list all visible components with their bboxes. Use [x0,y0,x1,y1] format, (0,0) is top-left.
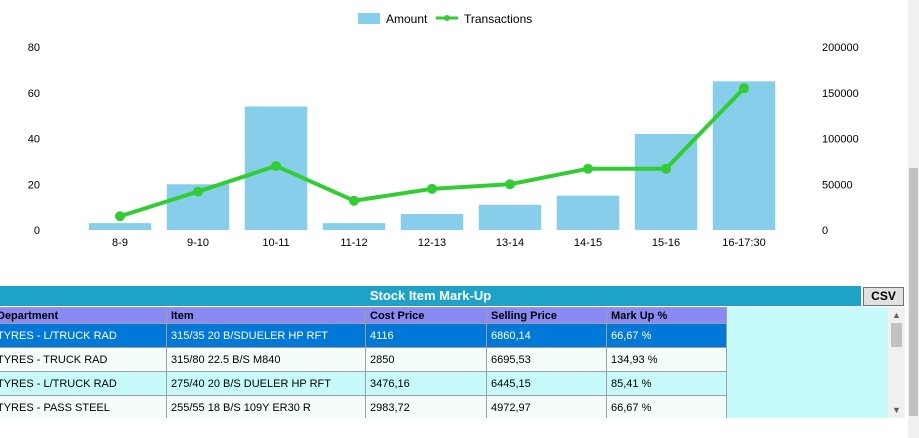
bar [712,81,776,230]
markup-grid: Department Item Cost Price Selling Price… [0,307,888,418]
cell-department: TYRES - L/TRUCK RAD [0,371,167,396]
bar [556,195,620,230]
line-point [505,179,515,190]
line-point [349,195,359,206]
table-row[interactable]: TYRES - TRUCK RAD 315/80 22.5 B/S M840 2… [0,347,727,372]
horizontal-scroll-area [0,418,908,438]
cell-cost-price: 2850 [365,347,487,372]
cell-selling-price: 6860,14 [486,323,607,348]
x-tick-label: 8-9 [112,237,128,249]
header-selling-price[interactable]: Selling Price [486,307,607,324]
page-scrollbar-thumb[interactable] [909,168,918,416]
cell-markup: 66,67 % [606,323,727,348]
cell-department: TYRES - PASS STEEL [0,395,167,418]
table-row[interactable]: TYRES - L/TRUCK RAD 315/35 20 B/SDUELER … [0,323,727,348]
line-point [427,183,437,194]
csv-button[interactable]: CSV [863,287,904,306]
cell-department: TYRES - TRUCK RAD [0,347,167,372]
header-cost-price[interactable]: Cost Price [365,307,487,324]
x-tick-label: 9-10 [187,237,209,249]
table-row[interactable]: TYRES - PASS STEEL 255/55 18 B/S 109Y ER… [0,395,727,418]
legend-marker-transactions [444,15,450,21]
line-point [271,160,281,171]
line-point [583,163,593,174]
bar [322,223,386,230]
y-left-tick-label: 60 [28,88,40,100]
line-point [739,83,749,94]
legend-label-transactions: Transactions [464,12,532,26]
y-right-tick-label: 100000 [822,134,859,146]
cell-cost-price: 4116 [365,323,487,348]
scroll-down-icon[interactable]: ▼ [888,402,905,418]
cell-cost-price: 2983,72 [365,395,487,418]
y-left-tick-label: 0 [34,225,40,237]
cell-selling-price: 6445,15 [486,371,607,396]
x-tick-label: 15-16 [652,237,680,249]
y-right-tick-label: 50000 [822,179,853,191]
sales-chart: 0 20 40 60 80 0 50000 100000 150000 200000 8-9 9-10… [28,12,859,249]
table-row[interactable]: TYRES - L/TRUCK RAD 275/40 20 B/S DUELER… [0,371,727,396]
bar [88,223,152,230]
cell-markup: 134,93 % [606,347,727,372]
x-tick-label: 11-12 [340,237,367,249]
header-row: Department Item Cost Price Selling Price… [0,307,727,324]
markup-table: Department Item Cost Price Selling Price… [0,307,727,418]
grid-scrollbar-thumb[interactable] [891,323,902,347]
header-department[interactable]: Department [0,307,167,324]
y-left-tick-label: 40 [28,134,40,146]
cell-cost-price: 3476,16 [365,371,487,396]
header-item[interactable]: Item [166,307,366,324]
x-tick-label: 12-13 [418,237,446,249]
y-right-tick-label: 150000 [822,88,859,100]
legend-swatch-amount [358,13,380,24]
line-point [661,163,671,174]
cell-markup: 85,41 % [606,371,727,396]
y-right-tick-label: 200000 [822,42,859,54]
x-tick-label: 14-15 [574,237,602,249]
cell-selling-price: 6695,53 [486,347,607,372]
grid-title: Stock Item Mark-Up [0,286,861,306]
cell-selling-price: 4972,97 [486,395,607,418]
line-point [193,186,203,197]
bar [400,213,464,230]
cell-item: 315/35 20 B/SDUELER HP RFT [166,323,366,348]
cell-item: 315/80 22.5 B/S M840 [166,347,366,372]
scroll-up-icon[interactable]: ▲ [888,307,905,323]
y-left-tick-label: 20 [28,179,40,191]
grid-vertical-scrollbar[interactable]: ▲ ▼ [888,307,905,418]
page-vertical-scrollbar[interactable] [908,0,919,438]
bar [478,204,542,230]
header-markup[interactable]: Mark Up % [606,307,727,324]
x-tick-label: 13-14 [496,237,524,249]
x-tick-label: 16-17:30 [722,237,765,249]
y-left-tick-label: 80 [28,42,40,54]
cell-item: 275/40 20 B/S DUELER HP RFT [166,371,366,396]
line-point [115,211,125,222]
cell-markup: 66,67 % [606,395,727,418]
y-right-tick-label: 0 [822,225,828,237]
cell-department: TYRES - L/TRUCK RAD [0,323,167,348]
cell-item: 255/55 18 B/S 109Y ER30 R [166,395,366,418]
x-tick-label: 10-11 [262,237,289,249]
legend-label-amount: Amount [386,12,428,26]
